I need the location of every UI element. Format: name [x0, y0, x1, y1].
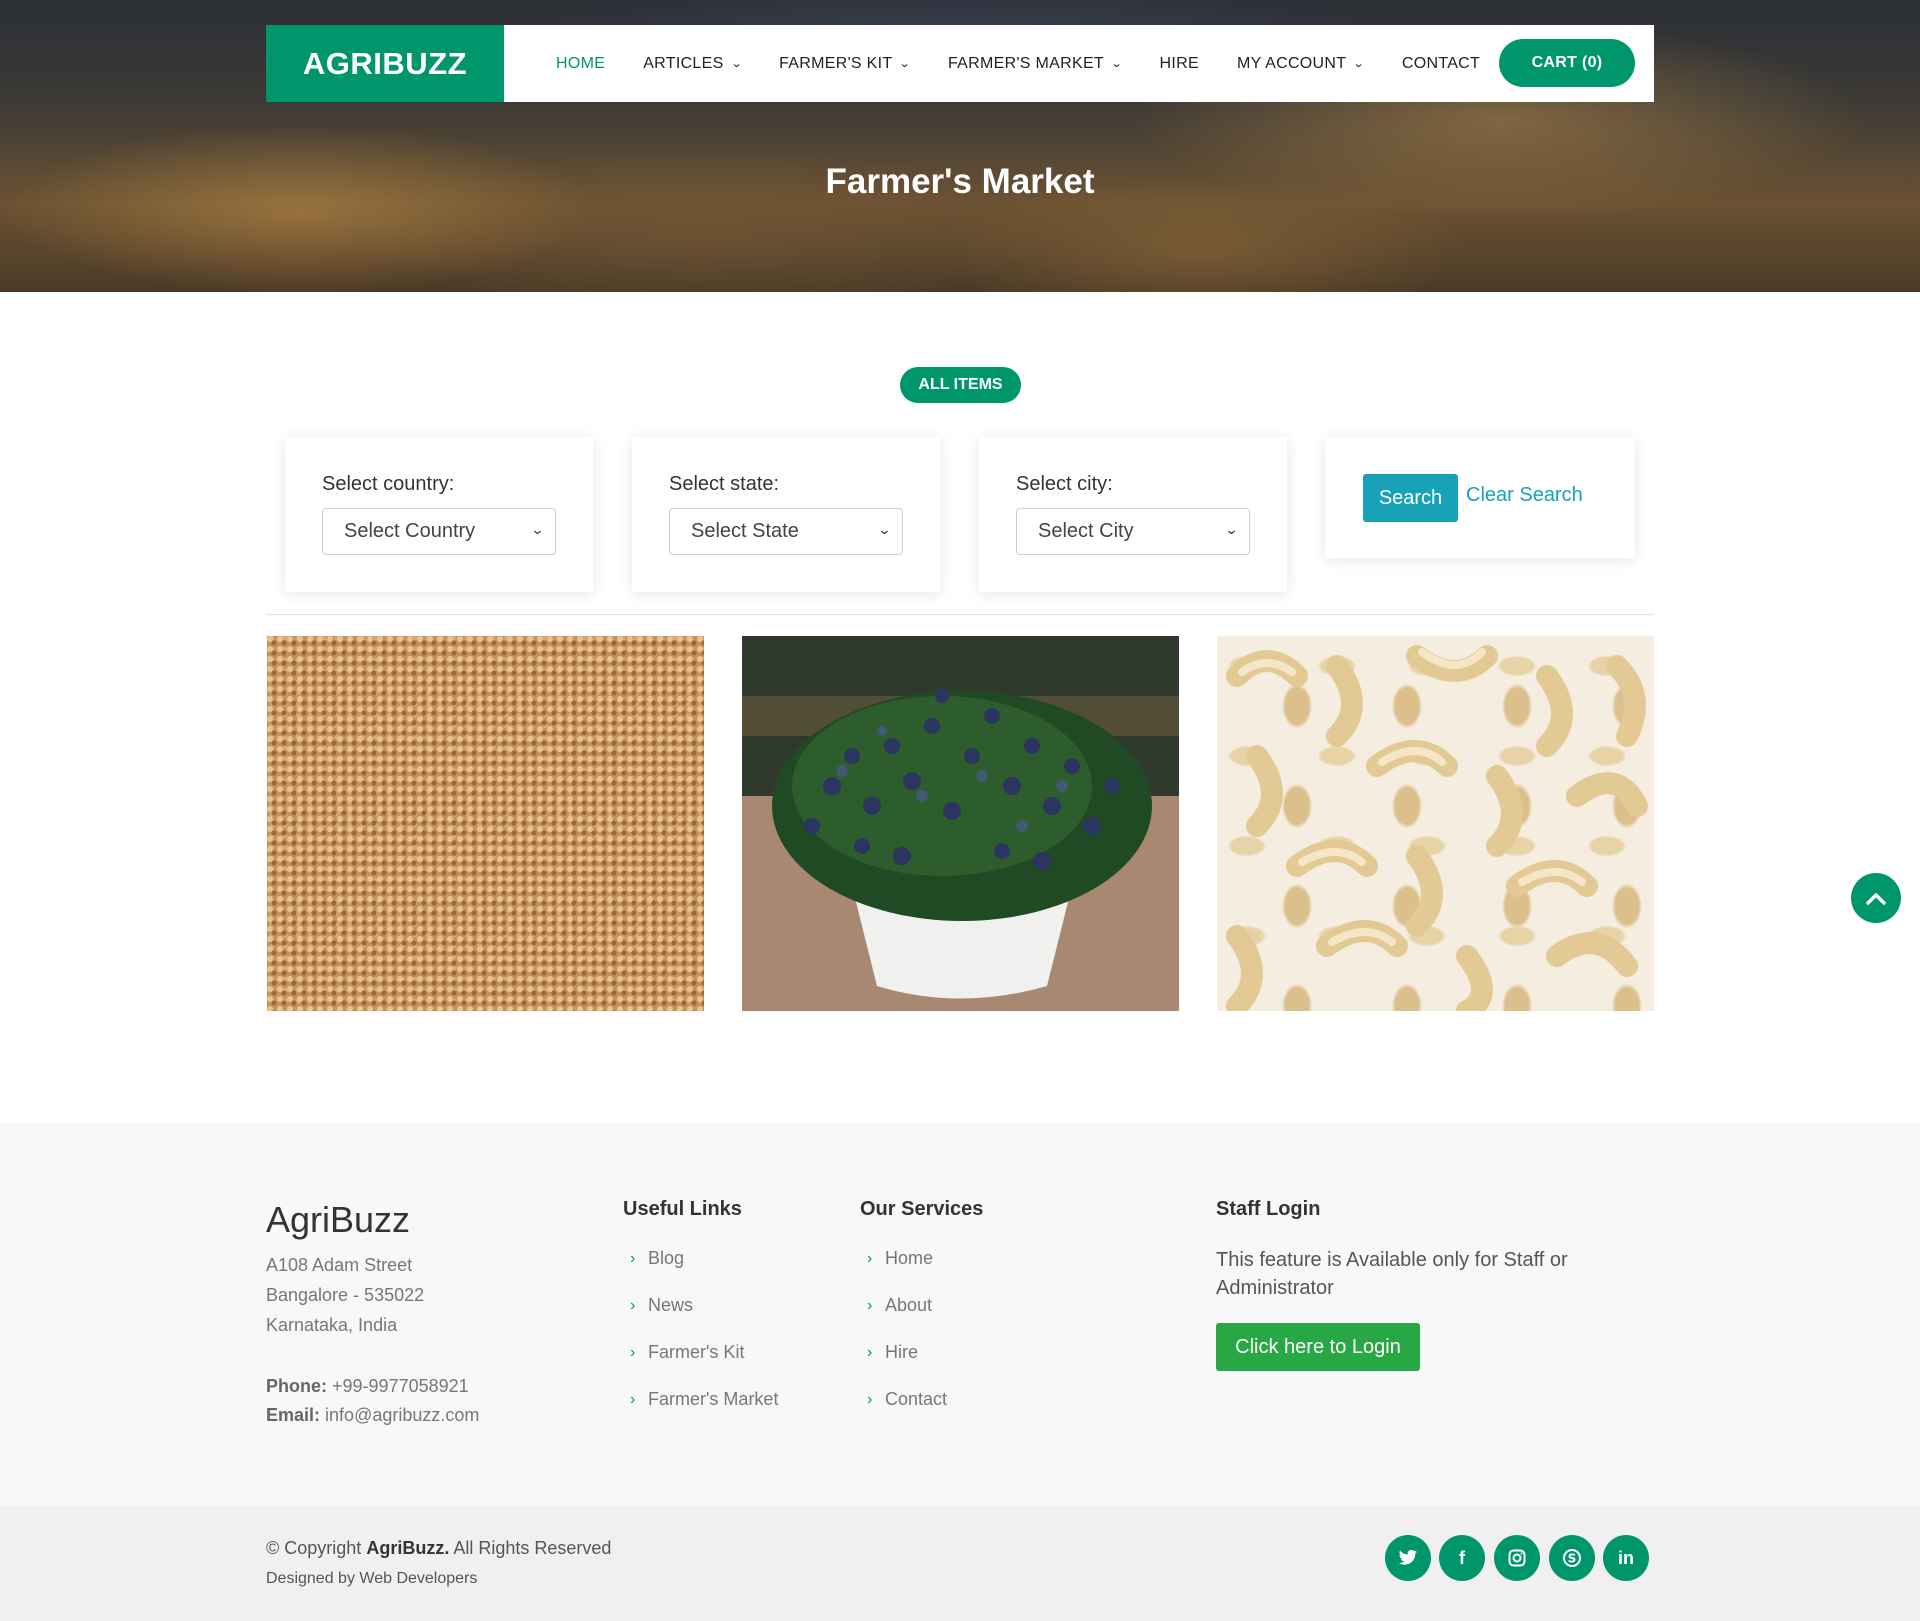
service-link-home[interactable]: › Home [867, 1248, 933, 1269]
chevron-down-icon: ⌄ [1352, 58, 1366, 70]
nav-hire[interactable]: HIRE [1160, 55, 1199, 73]
main-nav: HOME ARTICLES ⌄ FARMER'S KIT ⌄ FARMER'S MA… [556, 55, 1518, 73]
svg-text:S: S [1568, 1552, 1577, 1566]
service-link-contact[interactable]: › Contact [867, 1389, 947, 1410]
instagram-icon[interactable] [1494, 1535, 1540, 1581]
footer-brand: AgriBuzz [266, 1199, 411, 1240]
blueberry-illustration [742, 636, 1179, 1011]
cashew-illustration [1226, 645, 1648, 1011]
chevron-down-icon: ⌄ [899, 58, 912, 70]
nav-articles[interactable]: ARTICLES ⌄ [643, 55, 743, 73]
clear-search-link[interactable]: Clear Search [1466, 484, 1583, 507]
nav-my-account[interactable]: MY ACCOUNT ⌄ [1237, 55, 1366, 73]
staff-login-heading: Staff Login [1216, 1198, 1321, 1220]
copyright: © Copyright AgriBuzz. All Rights Reserve… [266, 1538, 612, 1558]
chevron-right-icon: › [867, 1343, 873, 1361]
address-line: Karnataka, India [266, 1315, 398, 1335]
chevron-right-icon: › [630, 1343, 636, 1361]
navbar: AGRIBUZZ HOME ARTICLES ⌄ FARMER'S KIT ⌄ FA… [266, 25, 1654, 102]
page-title: Farmer's Market [825, 162, 1095, 201]
millet-image[interactable] [267, 636, 704, 1011]
chevron-down-icon: ⌄ [730, 58, 743, 70]
search-button[interactable]: Search [1363, 474, 1458, 522]
twitter-icon[interactable] [1385, 1535, 1431, 1581]
service-link-about[interactable]: › About [867, 1295, 932, 1316]
designed-by: Designed by Web Developers [266, 1570, 478, 1587]
address-line: Bangalore - 535022 [266, 1285, 425, 1305]
nav-contact[interactable]: CONTACT [1402, 55, 1480, 73]
all-items-filter-button[interactable]: ALL ITEMS [900, 367, 1021, 403]
footer-link-blog[interactable]: › Blog [630, 1248, 684, 1269]
country-label: Select country: [322, 473, 455, 495]
chevron-right-icon: › [867, 1249, 873, 1267]
services-heading: Our Services [860, 1198, 984, 1220]
city-select[interactable]: Select City ⌄ [1016, 508, 1250, 555]
chevron-right-icon: › [867, 1390, 873, 1408]
state-label: Select state: [669, 473, 780, 495]
chevron-right-icon: › [867, 1296, 873, 1314]
chevron-right-icon: › [630, 1390, 636, 1408]
nav-farmers-kit[interactable]: FARMER'S KIT ⌄ [779, 55, 912, 73]
chevron-right-icon: › [630, 1296, 636, 1314]
facebook-icon[interactable]: f [1439, 1535, 1485, 1581]
chevron-down-icon: ⌄ [530, 522, 545, 537]
staff-login-text: This feature is Available only for Staff… [1216, 1249, 1568, 1299]
address-line: A108 Adam Street [266, 1255, 413, 1275]
chevron-down-icon: ⌄ [877, 522, 892, 537]
footer-link-farmers-market[interactable]: › Farmer's Market [630, 1389, 778, 1410]
city-label: Select city: [1016, 473, 1113, 495]
chevron-down-icon: ⌄ [1224, 522, 1239, 537]
cart-button[interactable]: CART (0) [1499, 39, 1635, 87]
chevron-up-icon [1866, 893, 1886, 905]
email-line: Email: info@agribuzz.com [266, 1405, 480, 1425]
skype-icon[interactable]: S [1549, 1535, 1595, 1581]
city-filter-card: Select city: Select City ⌄ [979, 437, 1287, 592]
country-filter-card: Select country: Select Country ⌄ [285, 437, 593, 592]
chevron-right-icon: › [630, 1249, 636, 1267]
footer-link-news[interactable]: › News [630, 1295, 693, 1316]
nav-farmers-market[interactable]: FARMER'S MARKET ⌄ [948, 55, 1123, 73]
chevron-down-icon: ⌄ [1110, 58, 1123, 70]
nav-home[interactable]: HOME [556, 55, 605, 73]
country-select[interactable]: Select Country ⌄ [322, 508, 556, 555]
useful-links-heading: Useful Links [623, 1198, 742, 1220]
scroll-to-top-button[interactable] [1851, 873, 1901, 923]
footer-link-farmers-kit[interactable]: › Farmer's Kit [630, 1342, 744, 1363]
divider [266, 614, 1654, 615]
search-card: Search Clear Search [1325, 437, 1635, 558]
service-link-hire[interactable]: › Hire [867, 1342, 918, 1363]
blueberry-plant-image[interactable] [742, 636, 1179, 1011]
state-select[interactable]: Select State ⌄ [669, 508, 903, 555]
staff-login-button[interactable]: Click here to Login [1216, 1323, 1420, 1371]
site-logo[interactable]: AGRIBUZZ [266, 25, 504, 102]
cashew-image[interactable] [1217, 636, 1654, 1011]
phone-line: Phone: +99-9977058921 [266, 1376, 469, 1396]
linkedin-icon[interactable]: in [1603, 1535, 1649, 1581]
state-filter-card: Select state: Select State ⌄ [632, 437, 940, 592]
